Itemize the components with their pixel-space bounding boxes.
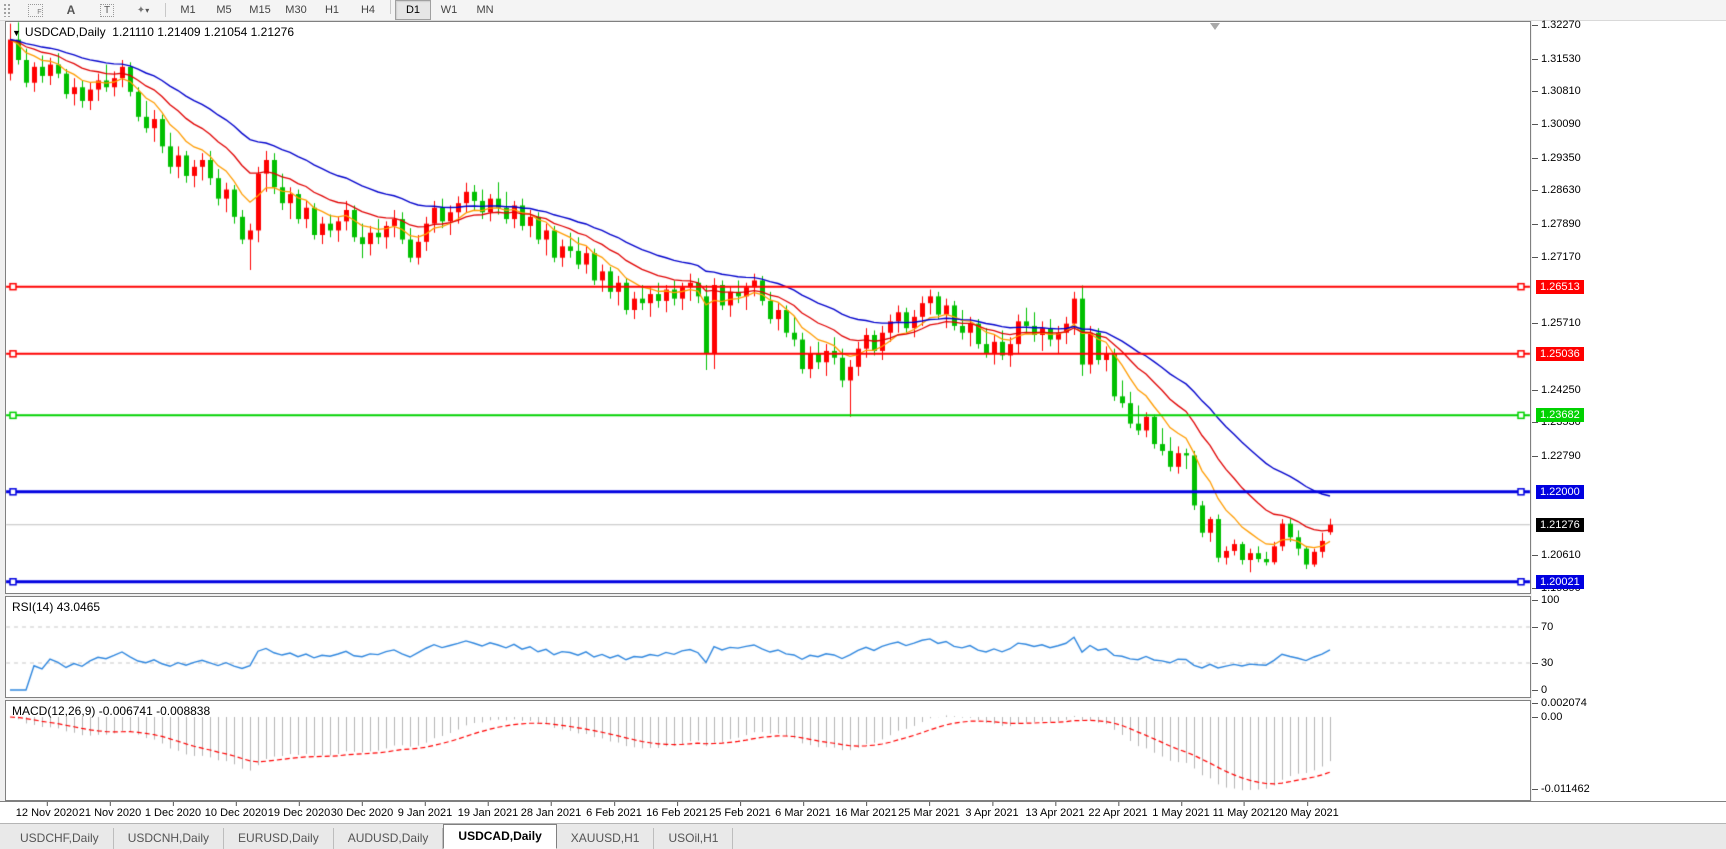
chart-title: ▼ USDCAD,Daily 1.21110 1.21409 1.21054 1.… [12,25,294,39]
chart-symbol: USDCAD,Daily [24,25,106,39]
price-tick-label: 1.32270 [1532,19,1581,31]
date-tick-label: 11 May 2021 [1212,802,1276,819]
timeframe-button-h1[interactable]: H1 [314,0,350,20]
price-tick-label: 1.20610 [1532,549,1581,561]
rsi-axis-label: 0 [1532,684,1547,696]
timeframe-button-mn[interactable]: MN [467,0,503,20]
price-tick-label: 1.25710 [1532,317,1581,329]
price-tick-label: 1.27890 [1532,218,1581,230]
hline-price-label[interactable]: 1.25036 [1536,346,1584,361]
collapse-triangle-icon: ▼ [12,28,21,38]
date-axis[interactable]: 12 Nov 2020 21 Nov 2020 1 Dec 2020 10 Dec 2… [0,801,1726,823]
toolbar: F A T ✦ ▾ M1 M5 M15 M30 H1 H4 D1 W1 MN [0,0,1726,21]
symbol-tab-eurusd[interactable]: EURUSD,Daily [224,828,334,849]
timeframe-button-w1[interactable]: W1 [431,0,467,20]
chart-shift-marker-icon [1210,23,1220,30]
date-tick-label: 1 Dec 2020 [144,802,202,819]
date-tick-label: 13 Apr 2021 [1025,802,1085,819]
price-tick-label: 1.30090 [1532,118,1581,130]
macd-axis-label: -0.011462 [1532,783,1590,795]
timeframe-button-m15[interactable]: M15 [242,0,278,20]
price-axis[interactable]: 1.32270 1.31530 1.30810 1.30090 1.29350 1.286… [1532,19,1726,801]
date-tick-label: 6 Mar 2021 [775,802,831,819]
date-tick-label: 21 Nov 2020 [78,802,142,819]
date-tick-label: 25 Feb 2021 [709,802,771,819]
toolbar-grip[interactable] [3,3,11,17]
hline-price-label[interactable]: 1.22000 [1536,484,1584,499]
text-label-icon[interactable]: T [89,0,125,20]
current-price-label[interactable]: 1.21276 [1536,517,1584,532]
date-tick-label: 19 Dec 2020 [267,802,331,819]
date-tick-label: 1 May 2021 [1152,802,1210,819]
hline-price-label[interactable]: 1.26513 [1536,279,1584,294]
rsi-axis-label: 100 [1532,594,1559,606]
toolbar-separator [165,3,166,17]
date-tick-label: 20 May 2021 [1275,802,1339,819]
macd-axis-label: 0.002074 [1532,697,1587,709]
rsi-name: RSI(14) [12,600,54,614]
symbol-tab-xauusd[interactable]: XAUUSD,H1 [557,828,655,849]
rsi-indicator-label: RSI(14) 43.0465 [12,600,100,614]
timeframe-button-h4[interactable]: H4 [350,0,386,20]
price-tick-label: 1.24250 [1532,384,1581,396]
chevron-down-icon: ▾ [145,5,150,15]
macd-name: MACD(12,26,9) [12,704,96,718]
date-tick-label: 22 Apr 2021 [1088,802,1148,819]
letter-a-icon: A [66,3,76,17]
macd-indicator-label: MACD(12,26,9) -0.006741 -0.008838 [12,704,210,718]
rsi-current-value: 43.0465 [56,600,101,614]
hline-price-label[interactable]: 1.23682 [1536,408,1584,423]
date-tick-label: 25 Mar 2021 [898,802,960,819]
grid-f-icon: F [27,3,43,17]
symbol-tab-usdcnh[interactable]: USDCNH,Daily [114,828,225,849]
date-tick-label: 9 Jan 2021 [397,802,453,819]
chart-ohlc-values: 1.21110 1.21409 1.21054 1.21276 [112,25,295,39]
cursor-a-icon[interactable]: A [53,0,89,20]
timeframe-button-d1[interactable]: D1 [395,0,431,20]
price-tick-label: 1.29350 [1532,152,1581,164]
price-tick-label: 1.27170 [1532,251,1581,263]
shapes-icon: ✦ [136,4,146,16]
price-tick-label: 1.22790 [1532,450,1581,462]
symbol-tab-usoil[interactable]: USOil,H1 [654,828,734,849]
date-tick-label: 3 Apr 2021 [965,802,1019,819]
macd-axis-label: 0.00 [1532,711,1562,723]
symbol-tab-bar: USDCHF,Daily USDCNH,Daily EURUSD,Daily AUDU… [0,823,1726,849]
mt4-window: F A T ✦ ▾ M1 M5 M15 M30 H1 H4 D1 W1 MN ▼ USDCAD,D… [0,0,1726,849]
chart-canvas[interactable] [5,21,1531,801]
macd-signal-value: -0.008838 [156,704,211,718]
date-tick-label: 30 Dec 2020 [330,802,394,819]
draw-objects-button[interactable]: ✦ ▾ [125,0,161,20]
timeframe-button-m30[interactable]: M30 [278,0,314,20]
macd-main-value: -0.006741 [98,704,153,718]
price-tick-label: 1.31530 [1532,53,1581,65]
timeframe-button-m5[interactable]: M5 [206,0,242,20]
date-tick-label: 19 Jan 2021 [457,802,519,819]
rsi-axis-label: 30 [1532,657,1553,669]
indicator-window-icon[interactable]: F [17,0,53,20]
timeframe-group: M1 M5 M15 M30 H1 H4 D1 W1 MN [170,0,503,20]
letter-t-icon: T [99,3,115,17]
price-tick-label: 1.28630 [1532,184,1581,196]
hline-price-label[interactable]: 1.20021 [1536,574,1584,589]
toolbar-separator [390,0,391,14]
date-tick-label: 28 Jan 2021 [520,802,582,819]
date-tick-label: 10 Dec 2020 [204,802,268,819]
symbol-tab-usdcad[interactable]: USDCAD,Daily [443,824,557,849]
rsi-axis-label: 70 [1532,621,1553,633]
price-tick-label: 1.30810 [1532,85,1581,97]
date-tick-label: 12 Nov 2020 [15,802,79,819]
date-tick-label: 16 Feb 2021 [646,802,708,819]
timeframe-button-m1[interactable]: M1 [170,0,206,20]
symbol-tab-usdchf[interactable]: USDCHF,Daily [6,828,114,849]
date-tick-label: 6 Feb 2021 [586,802,642,819]
symbol-tab-audusd[interactable]: AUDUSD,Daily [334,828,444,849]
date-tick-label: 16 Mar 2021 [835,802,897,819]
